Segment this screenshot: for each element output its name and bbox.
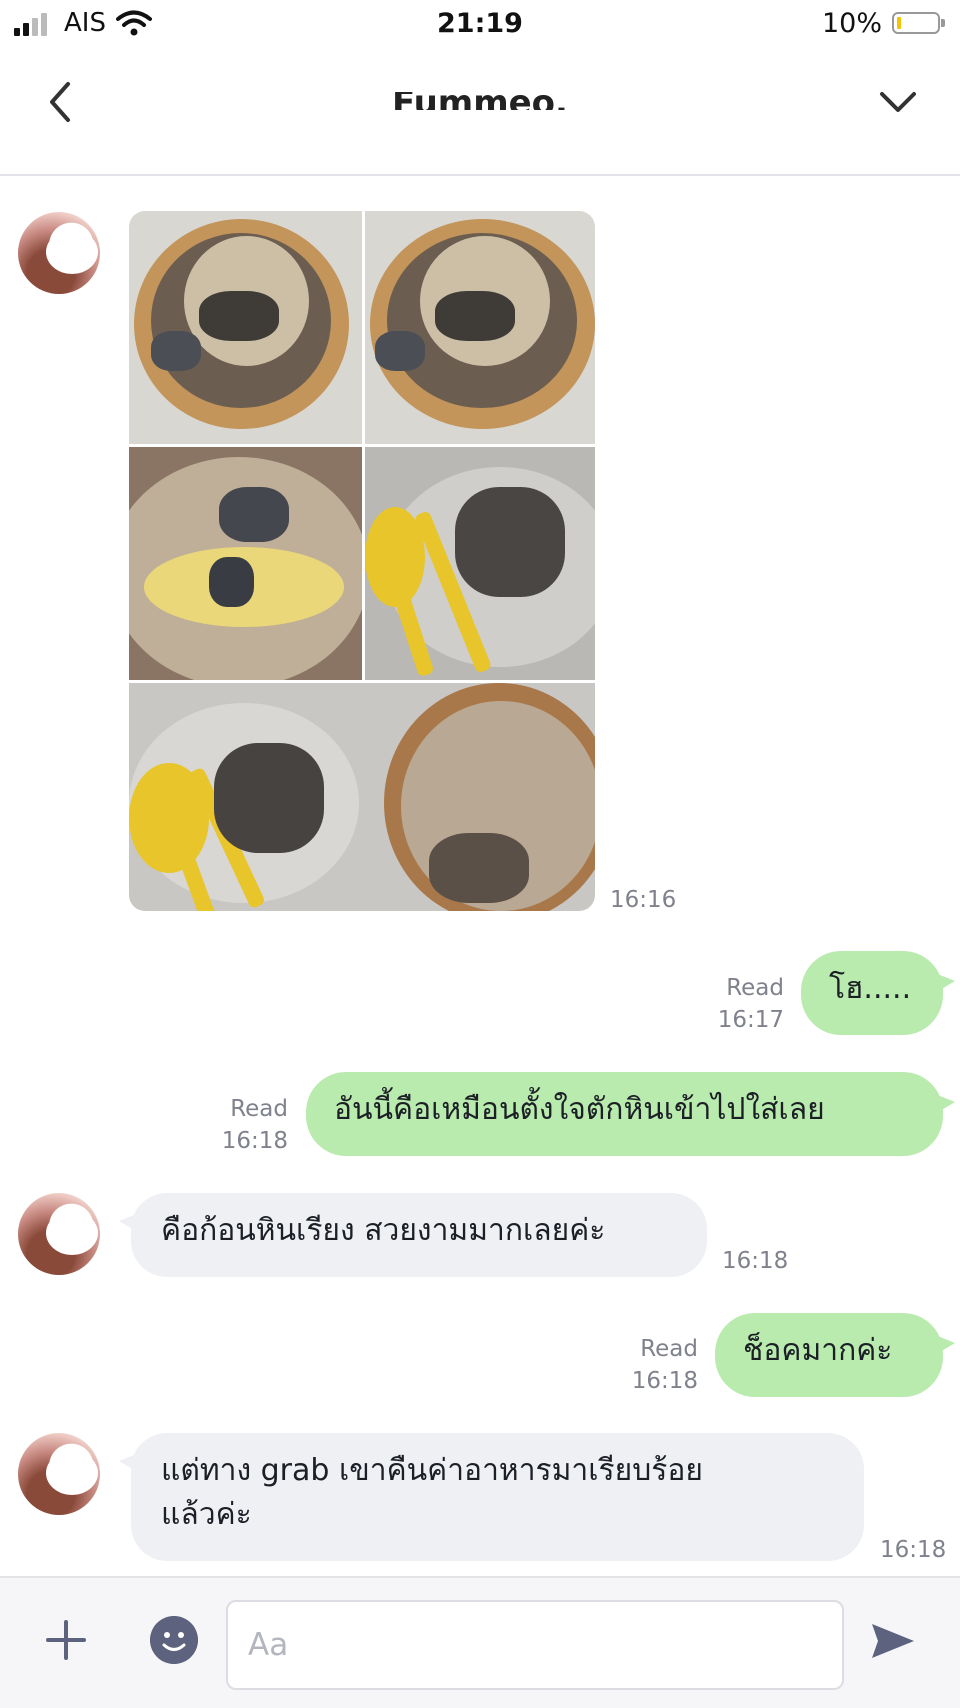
outgoing-message[interactable]: โฮ..... <box>801 951 955 1035</box>
food-photo[interactable] <box>129 447 362 680</box>
avatar[interactable] <box>18 1193 100 1275</box>
message-input[interactable] <box>226 1600 844 1690</box>
food-photo[interactable] <box>129 211 362 444</box>
status-bar: AIS 21:19 10% <box>0 0 960 48</box>
message-input-bar <box>0 1576 960 1708</box>
message-time: 16:17 <box>717 1007 784 1033</box>
send-icon[interactable] <box>868 1616 918 1666</box>
food-photo[interactable] <box>365 447 595 680</box>
avatar[interactable] <box>18 212 100 294</box>
incoming-message[interactable]: แต่ทาง grab เขาคืนค่าอาหารมาเรียบร้อย แล… <box>119 1433 864 1561</box>
back-chevron-icon[interactable] <box>38 76 86 128</box>
message-time: 16:18 <box>631 1368 698 1394</box>
photo-grid-message[interactable] <box>129 211 595 911</box>
read-receipt: Read <box>640 1336 698 1362</box>
message-time: 16:18 <box>880 1537 947 1563</box>
emoji-icon[interactable] <box>150 1616 198 1664</box>
message-line: แล้วค่ะ <box>161 1497 252 1532</box>
incoming-message[interactable]: คือก้อนหินเรียง สวยงามมากเลยค่ะ <box>119 1193 707 1277</box>
plus-icon[interactable] <box>44 1618 88 1662</box>
outgoing-message[interactable]: อันนี้คือเหมือนตั้งใจตักหินเข้าไปใส่เลย <box>306 1072 955 1156</box>
message-time: 16:18 <box>722 1248 789 1274</box>
battery-icon <box>892 12 945 34</box>
outgoing-message[interactable]: ช็อคมากค่ะ <box>715 1313 955 1397</box>
message-time: 16:16 <box>610 887 677 913</box>
avatar[interactable] <box>18 1433 100 1515</box>
message-line: แต่ทาง grab เขาคืนค่าอาหารมาเรียบร้อย <box>161 1453 703 1488</box>
chat-header: Fummeo. <box>0 48 960 176</box>
message-time: 16:18 <box>221 1128 288 1154</box>
message-list[interactable]: 16:16 Read 16:17 โฮ..... Read 16:18 อันน… <box>0 176 960 1576</box>
clock: 21:19 <box>437 8 523 39</box>
chevron-down-icon[interactable] <box>874 78 922 126</box>
message-text-field[interactable] <box>228 1602 842 1688</box>
read-receipt: Read <box>726 975 784 1001</box>
food-photo[interactable] <box>365 211 595 444</box>
chat-title: Fummeo. <box>200 92 760 110</box>
battery-percentage: 10% <box>821 8 882 39</box>
food-photo[interactable] <box>129 683 595 911</box>
read-receipt: Read <box>230 1096 288 1122</box>
